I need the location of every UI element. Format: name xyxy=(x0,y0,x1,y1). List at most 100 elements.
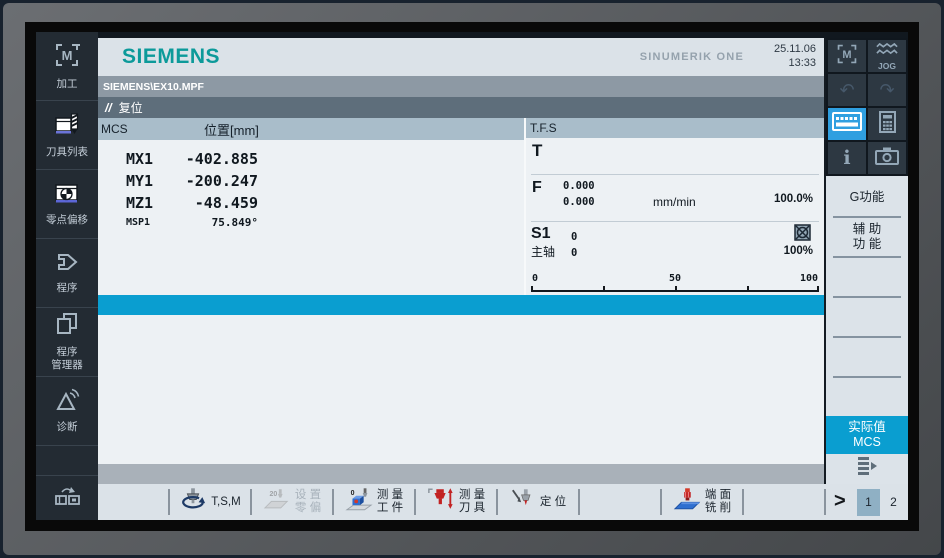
axis-name: MX1 xyxy=(126,150,154,168)
axis-row: MZ1 -48.459 xyxy=(98,192,524,214)
softkey-positioning[interactable]: 定 位 xyxy=(498,484,578,520)
softkey-empty[interactable] xyxy=(826,298,908,336)
scale-line xyxy=(531,290,819,292)
mcs-panel-header: MCS 位置[mm] xyxy=(98,118,524,140)
measure-workpiece-icon: 0 xyxy=(345,487,373,517)
nav-item-machining[interactable]: M 加工 xyxy=(36,32,104,101)
spindle-section: S1 主轴 0 0 100% xyxy=(531,222,819,270)
axis-row-spindle: MSP1 75.849° xyxy=(98,214,524,230)
tool-section: T xyxy=(531,138,819,175)
softkey-tsm[interactable]: T,S,M xyxy=(170,484,250,520)
jog-label: JOG xyxy=(878,60,896,71)
softkey-measure-tool[interactable]: 测 量刀 具 xyxy=(416,484,496,520)
undo-icon: ↶ xyxy=(839,80,855,100)
axis-name: MZ1 xyxy=(126,194,154,212)
channel-state-label: 复位 xyxy=(118,101,143,115)
screen-frame: M 加工 刀具列表 零点偏移 程序 程序 管理器 诊断 SIEMENS SINU… xyxy=(25,22,919,531)
tool-list-icon xyxy=(54,112,80,141)
menu-page-area: > 1 2 xyxy=(824,484,908,520)
svg-text:0: 0 xyxy=(350,490,354,497)
zero-offset-icon xyxy=(54,182,80,209)
spindle-override: 100% xyxy=(783,245,813,257)
channel-state-bar: // 复位 xyxy=(98,97,824,118)
tool-label: T xyxy=(532,141,543,160)
diagnostics-icon xyxy=(54,388,80,416)
window-switch-button[interactable] xyxy=(36,476,98,520)
nav-item-zero-offset[interactable]: 零点偏移 xyxy=(36,170,98,239)
redo-button[interactable]: ↷ xyxy=(868,74,906,106)
axis-row: MY1 -200.247 xyxy=(98,170,524,192)
positioning-icon xyxy=(510,487,536,517)
feed-label: F xyxy=(532,179,542,196)
page-tab-2[interactable]: 2 xyxy=(882,489,905,516)
position-unit-header: 位置[mm] xyxy=(204,122,259,138)
softkey-empty[interactable] xyxy=(826,378,908,416)
vertical-softkeys: G功能 辅 助 功 能 实际值 MCS xyxy=(826,176,908,484)
softkey-empty[interactable] xyxy=(580,484,660,520)
softkey-empty[interactable] xyxy=(826,258,908,296)
page-tab-1[interactable]: 1 xyxy=(857,488,880,516)
program-icon xyxy=(55,252,79,277)
hardkey-grid: M JOG ↶ ↷ i xyxy=(826,38,908,176)
softkey-actual-values-mcs[interactable]: 实际值 MCS xyxy=(826,416,908,454)
operator-panel: M 加工 刀具列表 零点偏移 程序 程序 管理器 诊断 SIEMENS SINU… xyxy=(0,0,944,558)
softkey-measure-workpiece[interactable]: 0 测 量工 件 xyxy=(334,484,414,520)
siemens-logo: SIEMENS xyxy=(122,45,221,68)
softkey-g-functions[interactable]: G功能 xyxy=(826,178,908,216)
feed-values: 0.000 0.000 xyxy=(563,179,595,221)
mcs-position-panel: MCS 位置[mm] MX1 -402.885 MY1 -200.247 MZ1… xyxy=(98,118,524,295)
undo-button[interactable]: ↶ xyxy=(828,74,866,106)
spindle-actual: 0 xyxy=(571,231,578,243)
scale-tick-label: 50 xyxy=(668,273,682,284)
svg-text:M: M xyxy=(842,49,851,61)
machine-m-icon: M xyxy=(54,42,104,73)
axis-value: 75.849° xyxy=(211,215,258,229)
calculator-button[interactable] xyxy=(868,108,906,140)
softkey-label: MCS xyxy=(853,435,881,449)
window-switch-icon xyxy=(52,485,82,512)
face-milling-icon xyxy=(673,487,701,517)
softkey-lead-space xyxy=(98,484,168,520)
override-scale: 0 50 100 xyxy=(531,270,819,295)
jog-mode-button[interactable]: JOG xyxy=(868,40,906,72)
work-area: MCS 位置[mm] MX1 -402.885 MY1 -200.247 MZ1… xyxy=(98,118,824,484)
softkey-empty[interactable] xyxy=(744,484,824,520)
softkey-auxiliary-functions[interactable]: 辅 助 功 能 xyxy=(826,218,908,256)
screenshot-button[interactable] xyxy=(868,142,906,174)
axis-value: -48.459 xyxy=(194,194,258,212)
program-path-bar: SIEMENS\EX10.MPF xyxy=(98,76,824,97)
softkey-set-zero-offset[interactable]: 20 设 置零 偏 xyxy=(252,484,332,520)
spindle-label: S1 xyxy=(531,225,551,242)
menu-forward-button[interactable]: > xyxy=(826,490,851,515)
machine-area-button[interactable]: M xyxy=(828,40,866,72)
softkey-label: 端 面铣 削 xyxy=(704,489,732,514)
svg-text:M: M xyxy=(62,48,73,63)
axis-value: -402.885 xyxy=(185,150,258,168)
machine-m-icon: M xyxy=(836,43,858,70)
program-current-block[interactable] xyxy=(98,295,824,315)
nav-label: 程序 管理器 xyxy=(51,346,83,371)
softkey-label: 测 量刀 具 xyxy=(458,489,486,514)
softkey-label: 辅 助 xyxy=(852,222,882,236)
softkey-empty[interactable] xyxy=(826,338,908,376)
softkey-face-milling[interactable]: 端 面铣 削 xyxy=(662,484,742,520)
info-button[interactable]: i xyxy=(828,142,866,174)
keyboard-icon xyxy=(832,112,862,136)
calculator-icon xyxy=(878,110,896,138)
nav-item-program[interactable]: 程序 xyxy=(36,239,98,308)
nav-item-tool-list[interactable]: 刀具列表 xyxy=(36,101,98,170)
nav-label: 程序 xyxy=(56,281,78,294)
left-nav-sidebar: M 加工 刀具列表 零点偏移 程序 程序 管理器 诊断 xyxy=(36,32,104,520)
spindle-setpoint: 0 xyxy=(571,246,578,259)
softkey-label: T,S,M xyxy=(211,495,241,508)
screen: M 加工 刀具列表 零点偏移 程序 程序 管理器 诊断 SIEMENS SINU… xyxy=(36,32,908,520)
nav-item-diagnostics[interactable]: 诊断 xyxy=(36,377,98,446)
axis-value: -200.247 xyxy=(185,172,258,190)
menu-extend-button[interactable] xyxy=(826,454,908,482)
nav-item-program-manager[interactable]: 程序 管理器 xyxy=(36,308,98,377)
virtual-keyboard-button[interactable] xyxy=(828,108,866,140)
main-area: SIEMENS SINUMERIK ONE 25.11.06 13:33 SIE… xyxy=(98,38,824,484)
softkey-label: 设 置零 偏 xyxy=(294,489,322,514)
nav-label: 加工 xyxy=(56,77,78,90)
nav-label: 诊断 xyxy=(56,421,78,434)
